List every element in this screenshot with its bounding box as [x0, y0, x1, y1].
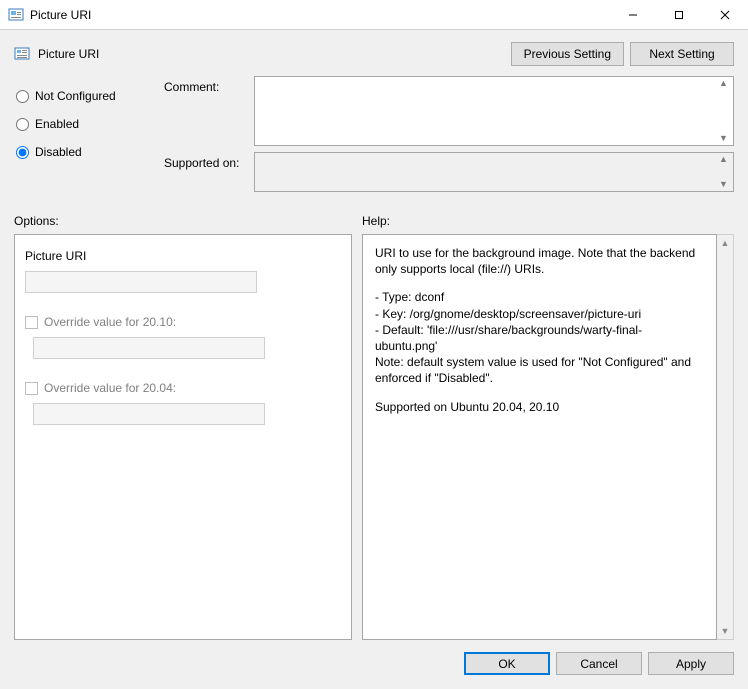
- override-2010-checkbox[interactable]: [25, 316, 38, 329]
- help-scrollbar[interactable]: ▲ ▼: [717, 234, 734, 640]
- apply-button[interactable]: Apply: [648, 652, 734, 675]
- dialog-button-row: OK Cancel Apply: [0, 640, 748, 689]
- panels-row: Picture URI Override value for 20.10: Ov…: [0, 234, 748, 640]
- help-line-key: - Key: /org/gnome/desktop/screensaver/pi…: [375, 306, 704, 322]
- radio-enabled-input[interactable]: [16, 118, 29, 131]
- supported-scroll-up-icon[interactable]: ▲: [716, 155, 731, 164]
- next-setting-button[interactable]: Next Setting: [630, 42, 734, 66]
- header-title: Picture URI: [38, 47, 99, 61]
- comment-box: ▲ ▼: [254, 76, 734, 146]
- radio-not-configured-label: Not Configured: [35, 89, 116, 103]
- cancel-button[interactable]: Cancel: [556, 652, 642, 675]
- override-2010-row[interactable]: Override value for 20.10:: [25, 315, 341, 329]
- fields-column: Comment: ▲ ▼ Supported on: ▲ ▼: [164, 76, 734, 198]
- policy-icon: [14, 46, 30, 62]
- client-area: Picture URI Previous Setting Next Settin…: [0, 30, 748, 689]
- help-panel-wrap: URI to use for the background image. Not…: [362, 234, 734, 640]
- supported-on-box: ▲ ▼: [254, 152, 734, 192]
- close-button[interactable]: [702, 0, 748, 30]
- help-line-supported: Supported on Ubuntu 20.04, 20.10: [375, 399, 704, 415]
- app-icon: [8, 7, 24, 23]
- help-line-type: - Type: dconf: [375, 289, 704, 305]
- options-panel: Picture URI Override value for 20.10: Ov…: [14, 234, 352, 640]
- comment-label: Comment:: [164, 76, 254, 146]
- override-2004-input[interactable]: [33, 403, 265, 425]
- supported-on-label: Supported on:: [164, 152, 254, 192]
- radio-not-configured[interactable]: Not Configured: [14, 82, 164, 110]
- titlebar: Picture URI: [0, 0, 748, 30]
- window-title: Picture URI: [30, 8, 91, 22]
- help-panel: URI to use for the background image. Not…: [362, 234, 717, 640]
- radio-disabled-label: Disabled: [35, 145, 82, 159]
- config-row: Not Configured Enabled Disabled Comment:…: [0, 72, 748, 198]
- radio-disabled-input[interactable]: [16, 146, 29, 159]
- header-row: Picture URI Previous Setting Next Settin…: [0, 30, 748, 72]
- radio-enabled-label: Enabled: [35, 117, 79, 131]
- minimize-button[interactable]: [610, 0, 656, 30]
- maximize-button[interactable]: [656, 0, 702, 30]
- help-content: URI to use for the background image. Not…: [375, 245, 704, 415]
- ok-button[interactable]: OK: [464, 652, 550, 675]
- comment-textarea[interactable]: [255, 77, 733, 145]
- comment-scroll-up-icon[interactable]: ▲: [716, 79, 731, 88]
- help-line-default: - Default: 'file:///usr/share/background…: [375, 322, 704, 354]
- scroll-down-icon[interactable]: ▼: [721, 626, 730, 639]
- previous-setting-button[interactable]: Previous Setting: [511, 42, 624, 66]
- override-2004-checkbox[interactable]: [25, 382, 38, 395]
- override-2004-label: Override value for 20.04:: [44, 381, 176, 395]
- help-section-label: Help:: [362, 214, 734, 228]
- supported-on-textarea: [255, 153, 733, 191]
- scroll-up-icon[interactable]: ▲: [721, 235, 730, 248]
- section-labels-row: Options: Help:: [0, 198, 748, 234]
- help-line-intro: URI to use for the background image. Not…: [375, 245, 704, 277]
- help-line-note: Note: default system value is used for "…: [375, 354, 704, 386]
- option-main-input[interactable]: [25, 271, 257, 293]
- override-2010-input[interactable]: [33, 337, 265, 359]
- override-2004-row[interactable]: Override value for 20.04:: [25, 381, 341, 395]
- comment-scroll-down-icon[interactable]: ▼: [716, 134, 731, 143]
- radio-not-configured-input[interactable]: [16, 90, 29, 103]
- radio-disabled[interactable]: Disabled: [14, 138, 164, 166]
- override-2010-label: Override value for 20.10:: [44, 315, 176, 329]
- state-radio-group: Not Configured Enabled Disabled: [14, 76, 164, 198]
- supported-scroll-down-icon[interactable]: ▼: [716, 180, 731, 189]
- option-main-label: Picture URI: [25, 249, 341, 263]
- radio-enabled[interactable]: Enabled: [14, 110, 164, 138]
- options-section-label: Options:: [14, 214, 362, 228]
